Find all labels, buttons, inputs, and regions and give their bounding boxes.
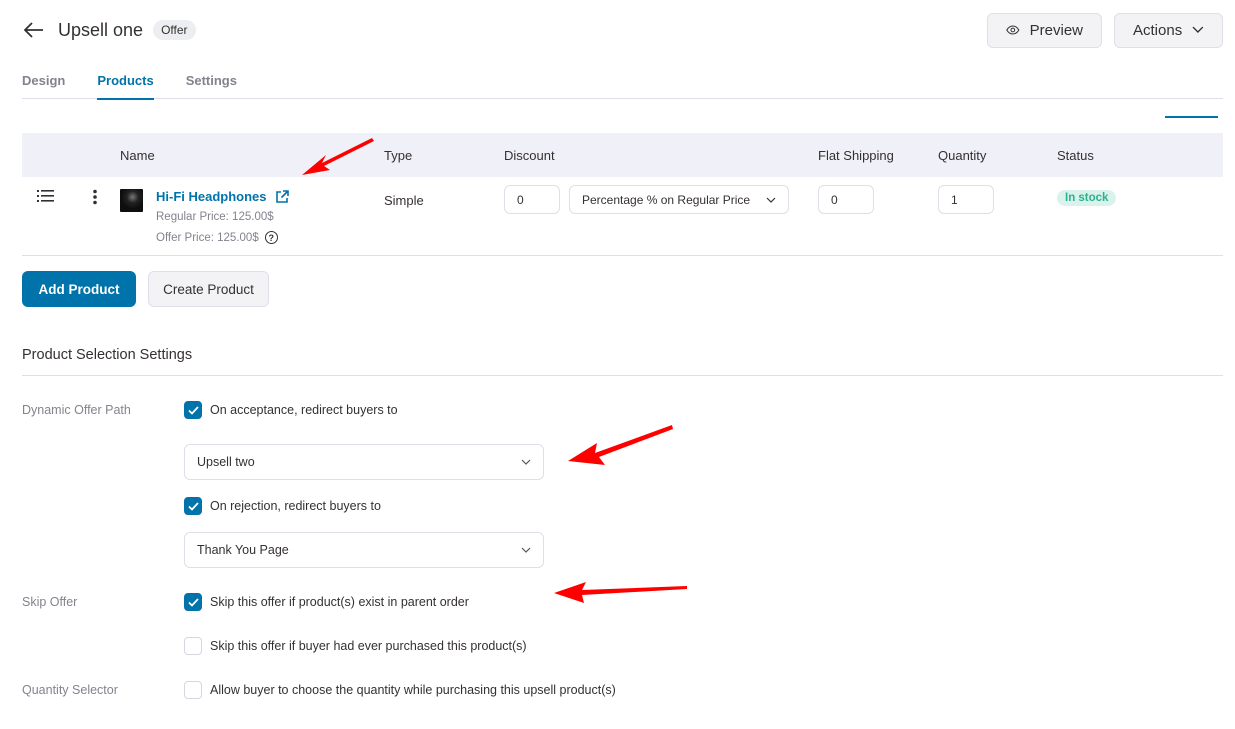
skip-if-purchased-checkbox[interactable]: Skip this offer if buyer had ever purcha… (184, 637, 527, 655)
rejection-redirect-value: Thank You Page (197, 543, 289, 557)
skip-offer-label: Skip Offer (22, 595, 78, 609)
annotation-arrow-icon (568, 425, 673, 465)
checkbox[interactable] (184, 497, 202, 515)
discount-type-select[interactable]: Percentage % on Regular Price (569, 185, 789, 214)
tab-design[interactable]: Design (22, 66, 65, 99)
more-options-icon[interactable] (92, 189, 98, 208)
page-title: Upsell one (58, 19, 144, 40)
skip-if-in-parent-checkbox[interactable]: Skip this offer if product(s) exist in p… (184, 593, 469, 611)
chevron-down-icon (521, 547, 531, 553)
acceptance-redirect-select[interactable]: Upsell two (184, 444, 544, 480)
skip-if-in-parent-label: Skip this offer if product(s) exist in p… (210, 595, 469, 609)
product-thumbnail (120, 189, 143, 212)
table-row: Hi-Fi Headphones Regular Price: 125.00$ … (22, 177, 1223, 256)
preview-label: Preview (1029, 21, 1083, 39)
column-name: Name (120, 148, 155, 163)
add-product-button[interactable]: Add Product (22, 271, 136, 307)
allow-quantity-checkbox[interactable]: Allow buyer to choose the quantity while… (184, 681, 616, 699)
column-discount: Discount (504, 148, 555, 163)
on-acceptance-checkbox[interactable]: On acceptance, redirect buyers to (184, 401, 398, 419)
offer-price-row: Offer Price: 125.00$ ? (156, 231, 278, 244)
preview-button[interactable]: Preview (987, 12, 1102, 48)
check-icon (187, 405, 199, 415)
quantity-selector-label: Quantity Selector (22, 683, 118, 697)
annotation-arrow-icon (554, 582, 687, 603)
checkbox[interactable] (184, 637, 202, 655)
discount-type-value: Percentage % on Regular Price (582, 192, 751, 207)
section-divider (22, 375, 1223, 376)
chevron-down-icon (1192, 26, 1204, 33)
column-flat-shipping: Flat Shipping (818, 148, 894, 163)
status-badge: In stock (1057, 190, 1117, 206)
product-name: Hi-Fi Headphones (156, 189, 267, 204)
regular-price: Regular Price: 125.00$ (156, 211, 274, 223)
column-status: Status (1057, 148, 1094, 163)
checkbox[interactable] (184, 681, 202, 699)
scroll-indicator (1165, 116, 1218, 118)
actions-label: Actions (1133, 21, 1183, 39)
arrow-left-icon (24, 22, 43, 38)
section-title: Product Selection Settings (22, 347, 193, 363)
create-product-button[interactable]: Create Product (148, 271, 269, 307)
drag-handle-icon[interactable] (37, 189, 55, 206)
back-button[interactable] (22, 18, 46, 42)
products-table: Name Type Discount Flat Shipping Quantit… (22, 133, 1223, 256)
column-type: Type (384, 148, 413, 163)
on-rejection-label: On rejection, redirect buyers to (210, 499, 381, 513)
on-rejection-checkbox[interactable]: On rejection, redirect buyers to (184, 497, 381, 515)
column-quantity: Quantity (938, 148, 987, 163)
checkbox[interactable] (184, 401, 202, 419)
offer-badge: Offer (153, 20, 196, 40)
allow-quantity-label: Allow buyer to choose the quantity while… (210, 683, 616, 697)
check-icon (187, 501, 199, 511)
tab-settings[interactable]: Settings (186, 66, 237, 99)
discount-value-input[interactable]: 0 (504, 185, 560, 214)
product-name-link[interactable]: Hi-Fi Headphones (156, 189, 289, 204)
dynamic-offer-path-label: Dynamic Offer Path (22, 403, 131, 417)
flat-shipping-input[interactable]: 0 (818, 185, 874, 214)
actions-dropdown[interactable]: Actions (1114, 12, 1223, 48)
product-actions: Add Product Create Product (22, 271, 269, 307)
acceptance-redirect-value: Upsell two (197, 455, 255, 469)
on-acceptance-label: On acceptance, redirect buyers to (210, 403, 398, 417)
skip-if-purchased-label: Skip this offer if buyer had ever purcha… (210, 639, 527, 653)
table-header: Name Type Discount Flat Shipping Quantit… (22, 133, 1223, 177)
offer-price: Offer Price: 125.00$ (156, 231, 259, 244)
product-type: Simple (384, 193, 424, 208)
rejection-redirect-select[interactable]: Thank You Page (184, 532, 544, 568)
external-link-icon[interactable] (275, 189, 289, 204)
quantity-input[interactable]: 1 (938, 185, 994, 214)
chevron-down-icon (766, 197, 776, 203)
tab-products[interactable]: Products (97, 66, 155, 100)
eye-icon (1006, 25, 1020, 35)
tab-bar: Design Products Settings (22, 66, 1223, 100)
checkbox[interactable] (184, 593, 202, 611)
check-icon (187, 597, 199, 607)
page-header: Upsell one Offer Preview Actions (22, 12, 1223, 48)
chevron-down-icon (521, 459, 531, 465)
help-icon[interactable]: ? (264, 231, 278, 244)
